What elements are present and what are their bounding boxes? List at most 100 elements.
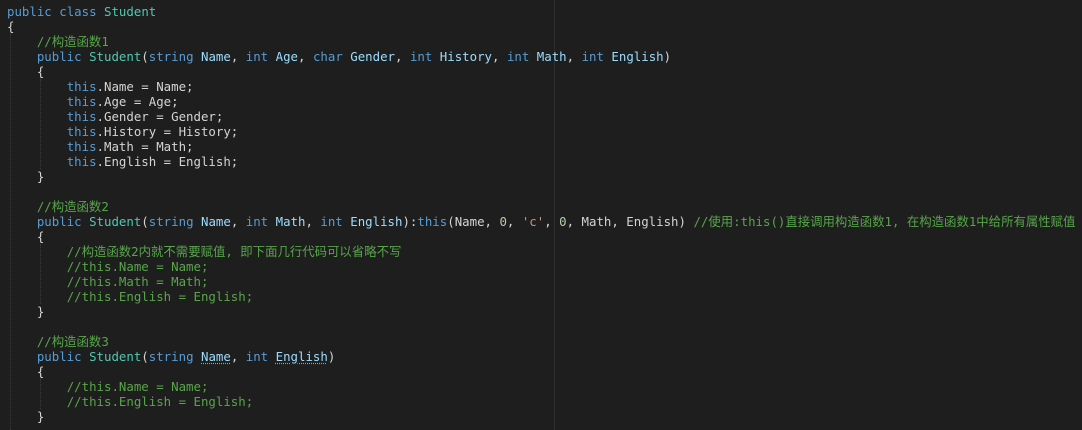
code-token: //构造函数2 (36, 199, 109, 214)
code-token: Gender (350, 49, 396, 64)
code-line[interactable]: //this.English = English; (7, 394, 1082, 409)
code-token: //构造函数2内就不需要赋值, 即下面几行代码可以省略不写 (66, 244, 402, 259)
code-token: , (395, 49, 410, 64)
code-token: this (66, 109, 97, 124)
code-line[interactable]: //this.Name = Name; (7, 379, 1082, 394)
code-token: public (36, 349, 82, 364)
code-line[interactable]: } (7, 409, 1082, 424)
code-line[interactable]: this.Age = Age; (7, 94, 1082, 109)
code-line[interactable]: this.Name = Name; (7, 79, 1082, 94)
code-line[interactable]: public Student(string Name, int Math, in… (7, 214, 1082, 229)
code-token: public (36, 214, 82, 229)
code-token: //this.English = English; (66, 394, 254, 409)
code-line[interactable]: //this.Name = Name; (7, 259, 1082, 274)
code-token: } (7, 409, 45, 424)
code-line[interactable]: this.History = History; (7, 124, 1082, 139)
code-token: string (148, 349, 194, 364)
code-token: 0 (499, 214, 507, 229)
code-line[interactable]: } (7, 169, 1082, 184)
code-line[interactable]: //构造函数2 (7, 199, 1082, 214)
code-token: ( (141, 214, 149, 229)
code-token: ) (327, 349, 336, 364)
code-token: , (230, 49, 246, 64)
code-line[interactable]: this.Gender = Gender; (7, 109, 1082, 124)
code-line[interactable]: { (7, 19, 1082, 34)
code-token: this (66, 79, 97, 94)
code-line[interactable]: { (7, 364, 1082, 379)
code-line[interactable]: //构造函数2内就不需要赋值, 即下面几行代码可以省略不写 (7, 244, 1082, 259)
code-line[interactable]: { (7, 64, 1082, 79)
code-token: , (230, 214, 246, 229)
code-line[interactable]: } (7, 304, 1082, 319)
code-token: public (36, 49, 82, 64)
code-token: 0 (559, 214, 567, 229)
code-token: string (148, 214, 194, 229)
code-token: Student (89, 214, 142, 229)
code-line[interactable]: //this.Math = Math; (7, 274, 1082, 289)
code-line[interactable] (7, 319, 1082, 334)
code-token: int (245, 349, 269, 364)
code-token: //this.Name = Name; (66, 379, 209, 394)
code-line[interactable]: //构造函数3 (7, 334, 1082, 349)
code-token: Math (536, 49, 567, 64)
code-token: int (506, 49, 530, 64)
code-token: //this.Name = Name; (66, 259, 209, 274)
code-token: } (7, 304, 45, 319)
code-editor[interactable]: public class Student{ //构造函数1 public Stu… (0, 0, 1082, 430)
code-line[interactable]: //this.English = English; (7, 289, 1082, 304)
code-line[interactable]: //构造函数1 (7, 34, 1082, 49)
code-token: English (275, 349, 328, 364)
code-line[interactable] (7, 184, 1082, 199)
code-token: { (7, 364, 45, 379)
code-line[interactable]: public Student(string Name, int Age, cha… (7, 49, 1082, 64)
code-token: ( (141, 349, 149, 364)
code-line[interactable]: this.English = English; (7, 154, 1082, 169)
code-lines: public class Student{ //构造函数1 public Stu… (7, 4, 1082, 424)
code-token: Math (275, 214, 306, 229)
code-token: History (439, 49, 493, 64)
code-token: .Name = Name; (96, 79, 194, 94)
code-token: string (148, 49, 194, 64)
code-token: Student (89, 349, 142, 364)
code-token: 'c' (521, 214, 545, 229)
code-token: , (566, 49, 582, 64)
code-token: //构造函数3 (36, 334, 109, 349)
code-token: this (66, 154, 97, 169)
code-token: { (7, 19, 15, 34)
code-token: char (312, 49, 343, 64)
code-token: , (305, 214, 321, 229)
code-token: .Gender = Gender; (96, 109, 224, 124)
code-line[interactable]: this.Math = Math; (7, 139, 1082, 154)
code-token: int (581, 49, 604, 64)
code-token: public (7, 4, 52, 19)
code-token: Age (275, 49, 299, 64)
code-token: int (320, 214, 343, 229)
code-token: English (611, 49, 664, 64)
code-line[interactable]: public Student(string Name, int English) (7, 349, 1082, 364)
code-token: , (506, 214, 522, 229)
code-token: ): (402, 214, 418, 229)
code-line[interactable]: public class Student (7, 4, 1082, 19)
code-token: this (66, 139, 97, 154)
code-token: .English = English; (96, 154, 239, 169)
code-token: .History = History; (96, 124, 239, 139)
code-token: } (7, 169, 45, 184)
code-line[interactable]: { (7, 229, 1082, 244)
